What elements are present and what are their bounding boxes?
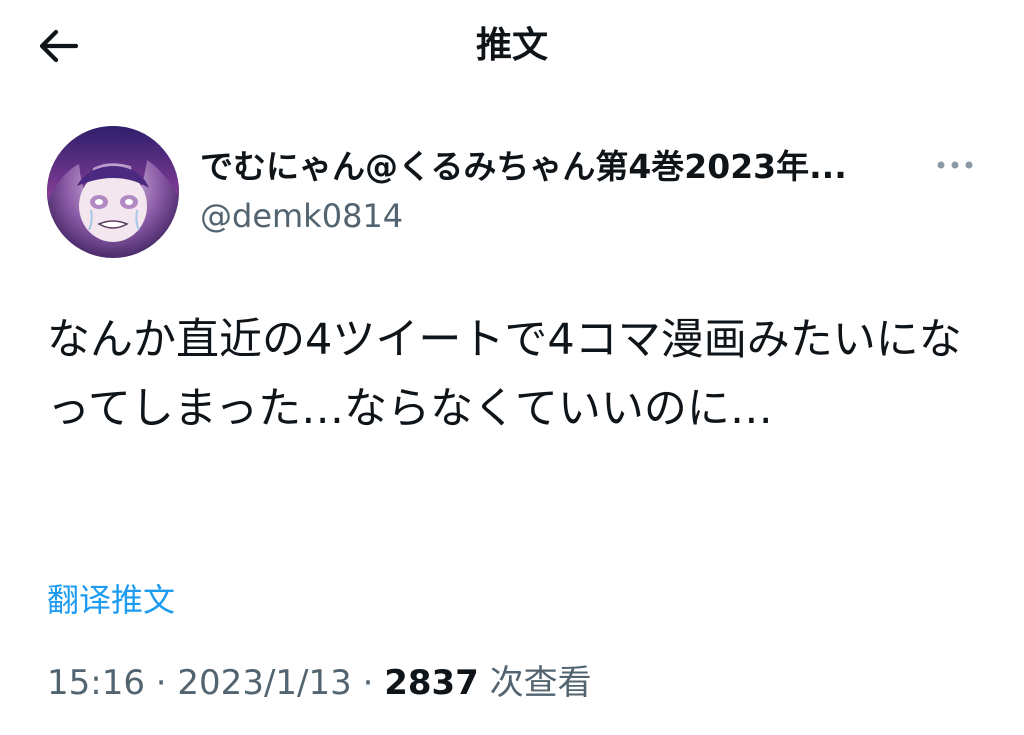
translate-tweet-link[interactable]: 翻译推文	[47, 578, 175, 622]
avatar[interactable]	[47, 126, 179, 258]
tweet-time[interactable]: 15:16	[47, 663, 145, 703]
meta-separator: ·	[362, 663, 374, 703]
more-horizontal-icon	[937, 161, 973, 169]
author-display-name[interactable]: でむにゃん@くるみちゃん第4巻2023年...	[200, 144, 920, 190]
meta-separator: ·	[155, 663, 167, 703]
views-label: 次查看	[489, 663, 592, 703]
top-bar: 推文	[0, 0, 1024, 92]
avatar-image	[47, 126, 179, 258]
views-count[interactable]: 2837	[384, 663, 479, 703]
tweet-metadata: 15:16 · 2023/1/13 · 2837 次查看	[47, 660, 592, 706]
tweet-text: なんか直近の4ツイートで4コマ漫画みたいになってしまった…ならなくていいのに…	[47, 315, 962, 434]
tweet-author: でむにゃん@くるみちゃん第4巻2023年... @demk0814	[0, 124, 1024, 260]
page-title: 推文	[475, 25, 548, 66]
author-handle[interactable]: @demk0814	[200, 194, 403, 238]
tweet-date[interactable]: 2023/1/13	[177, 663, 351, 703]
more-options-button[interactable]	[930, 150, 980, 180]
